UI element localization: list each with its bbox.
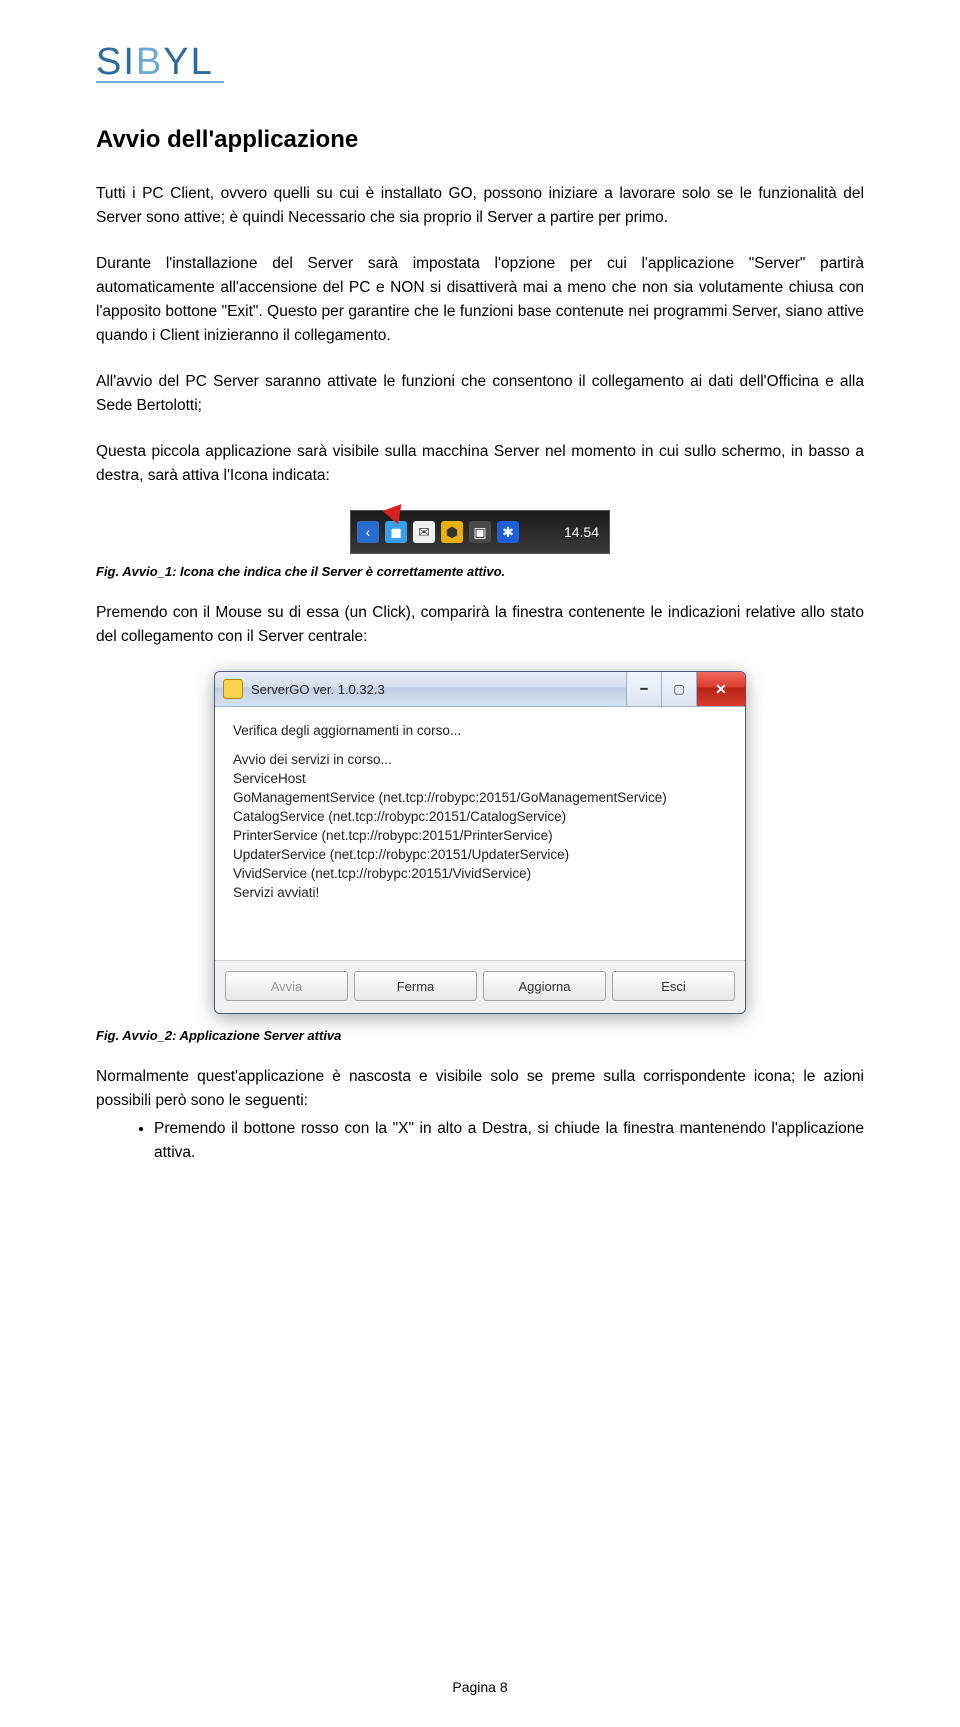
tray-network-icon: ▣ xyxy=(469,521,491,543)
window-titlebar: ServerGO ver. 1.0.32.3 ━ ▢ ✕ xyxy=(215,672,745,707)
window-footer: Avvia Ferma Aggiorna Esci xyxy=(215,960,745,1013)
aggiorna-button[interactable]: Aggiorna xyxy=(483,971,606,1001)
servergo-window: ServerGO ver. 1.0.32.3 ━ ▢ ✕ Verifica de… xyxy=(214,671,746,1014)
log-line: GoManagementService (net.tcp://robypc:20… xyxy=(233,790,727,805)
paragraph-5: Premendo con il Mouse su di essa (un Cli… xyxy=(96,601,864,649)
ferma-button[interactable]: Ferma xyxy=(354,971,477,1001)
avvia-button[interactable]: Avvia xyxy=(225,971,348,1001)
log-line: Verifica degli aggiornamenti in corso... xyxy=(233,723,727,738)
figure-caption-1: Fig. Avvio_1: Icona che indica che il Se… xyxy=(96,564,864,579)
list-item: Premendo il bottone rosso con la "X" in … xyxy=(154,1117,864,1165)
log-line: UpdaterService (net.tcp://robypc:20151/U… xyxy=(233,847,727,862)
window-app-icon xyxy=(223,679,243,699)
tray-shield-icon: ⬢ xyxy=(441,521,463,543)
document-page: SIBYL Avvio dell'applicazione Tutti i PC… xyxy=(0,0,960,1727)
maximize-button[interactable]: ▢ xyxy=(661,672,696,706)
log-line: ServiceHost xyxy=(233,771,727,786)
tray-bluetooth-icon: ✱ xyxy=(497,521,519,543)
paragraph-4: Questa piccola applicazione sarà visibil… xyxy=(96,440,864,488)
minimize-button[interactable]: ━ xyxy=(626,672,661,706)
paragraph-1: Tutti i PC Client, ovvero quelli su cui … xyxy=(96,182,864,230)
dialog-screenshot: ServerGO ver. 1.0.32.3 ━ ▢ ✕ Verifica de… xyxy=(96,671,864,1014)
tray-chevron-icon: ‹ xyxy=(357,521,379,543)
tray-clock: 14.54 xyxy=(564,524,599,540)
paragraph-6: Normalmente quest'applicazione è nascost… xyxy=(96,1065,864,1113)
log-line: Avvio dei servizi in corso... xyxy=(233,752,727,767)
window-control-buttons: ━ ▢ ✕ xyxy=(626,672,745,706)
close-icon: ✕ xyxy=(715,681,727,698)
figure-caption-2: Fig. Avvio_2: Applicazione Server attiva xyxy=(96,1028,864,1043)
minimize-icon: ━ xyxy=(640,682,647,696)
page-title: Avvio dell'applicazione xyxy=(96,126,864,154)
close-button[interactable]: ✕ xyxy=(696,672,745,706)
log-line: CatalogService (net.tcp://robypc:20151/C… xyxy=(233,809,727,824)
log-line: Servizi avviati! xyxy=(233,885,727,900)
sibyl-logo: SIBYL xyxy=(96,40,864,86)
action-list: Premendo il bottone rosso con la "X" in … xyxy=(96,1117,864,1165)
paragraph-2: Durante l'installazione del Server sarà … xyxy=(96,252,864,348)
log-line: VividService (net.tcp://robypc:20151/Viv… xyxy=(233,866,727,881)
window-title: ServerGO ver. 1.0.32.3 xyxy=(251,682,385,697)
paragraph-3: All'avvio del PC Server saranno attivate… xyxy=(96,370,864,418)
maximize-icon: ▢ xyxy=(673,682,684,696)
log-line: PrinterService (net.tcp://robypc:20151/P… xyxy=(233,828,727,843)
esci-button[interactable]: Esci xyxy=(612,971,735,1001)
tray-chat-icon: ✉ xyxy=(413,521,435,543)
page-number: Pagina 8 xyxy=(0,1679,960,1695)
system-tray-screenshot: ‹ ◼ ✉ ⬢ ▣ ✱ 14.54 xyxy=(350,510,610,554)
window-body: Verifica degli aggiornamenti in corso...… xyxy=(215,707,745,960)
svg-text:SIBYL: SIBYL xyxy=(96,41,214,83)
